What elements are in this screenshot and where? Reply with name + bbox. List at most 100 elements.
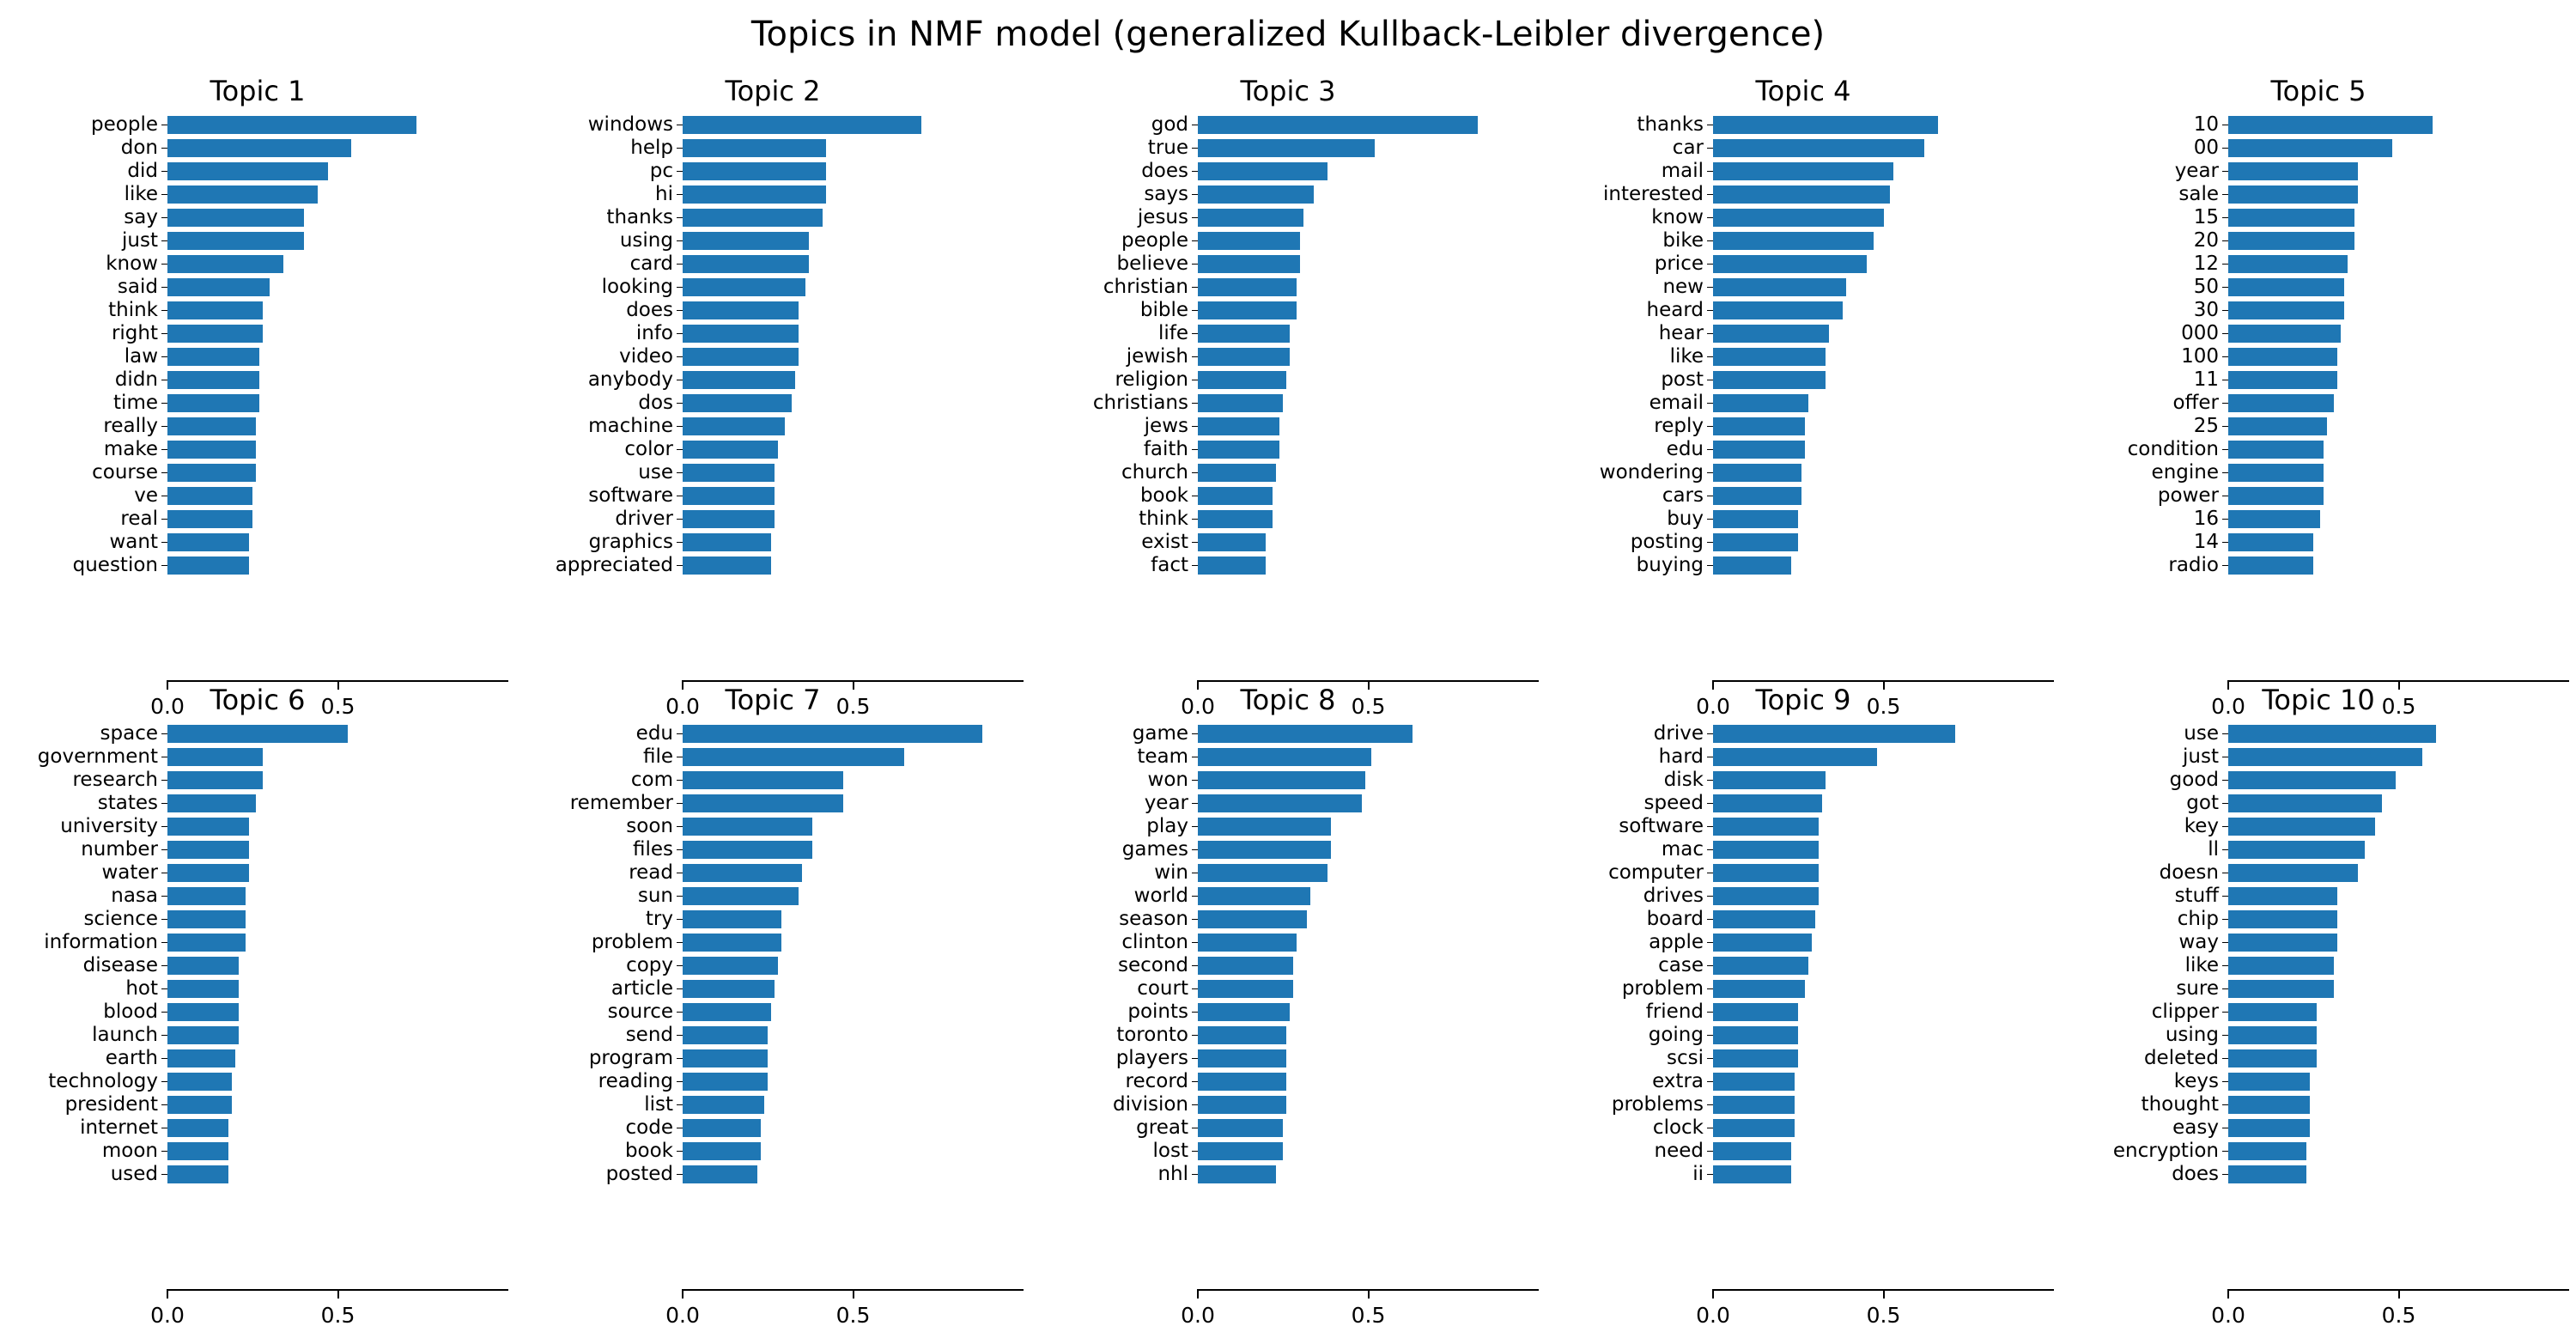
bar (2228, 934, 2338, 952)
bar (1198, 139, 1376, 157)
bar-category-label: easy (2172, 1116, 2219, 1139)
bar-category-label: want (109, 531, 158, 553)
bar-category-label: exist (1141, 531, 1188, 553)
bar (1713, 162, 1894, 180)
bar-row: problems (1612, 1093, 2054, 1116)
bar (1198, 725, 1413, 743)
bar-category-label: season (1119, 908, 1188, 930)
y-tick-mark (1192, 1012, 1198, 1013)
bar (683, 278, 805, 296)
y-tick-mark (2222, 942, 2228, 943)
bar-row: believe (1117, 252, 1539, 276)
bar (1713, 934, 1813, 952)
bar-category-label: states (97, 792, 158, 814)
y-tick-mark (2222, 965, 2228, 966)
bar-row: hi (655, 183, 1024, 206)
y-tick-mark (161, 148, 167, 149)
bar-category-label: thanks (1637, 113, 1704, 136)
bar-category-label: record (1125, 1070, 1188, 1092)
y-tick-mark (2222, 733, 2228, 734)
bar (1198, 1119, 1284, 1137)
y-tick-mark (161, 826, 167, 827)
bar-row: jewish (1127, 345, 1539, 368)
bar-row: 20 (2194, 229, 2569, 252)
x-axis-labels: 0.0 0.5 (150, 1289, 508, 1332)
bar-category-label: help (630, 137, 673, 159)
y-tick-mark (677, 988, 683, 989)
y-tick-mark (1707, 264, 1713, 265)
bar (683, 725, 983, 743)
bar (683, 487, 775, 505)
bar-row: points (1127, 1001, 1539, 1024)
bar-category-label: games (1121, 838, 1188, 861)
bar-row: mac (1662, 838, 2054, 861)
bar (1713, 1049, 1799, 1067)
bar-category-label: machine (588, 415, 673, 437)
y-tick-mark (161, 287, 167, 288)
bar (2228, 957, 2335, 975)
y-tick-mark (161, 240, 167, 241)
bar (1198, 794, 1362, 812)
bar-category-label: jews (1144, 415, 1188, 437)
panel-title: Topic 1 (210, 75, 306, 107)
bar (683, 464, 775, 482)
y-tick-mark (677, 449, 683, 450)
bar (167, 394, 260, 412)
bar (1198, 394, 1284, 412)
bar (1198, 464, 1277, 482)
bar (167, 748, 264, 766)
y-tick-mark (2222, 287, 2228, 288)
bar-category-label: think (1139, 508, 1188, 530)
y-tick-mark (1192, 1035, 1198, 1036)
panel-plot-area: god true does says jesus people believe christi… (1030, 113, 1546, 719)
panel-title: Topic 9 (1755, 684, 1851, 716)
bar (167, 771, 264, 789)
bar (1198, 864, 1327, 882)
bar-row: reply (1654, 415, 2054, 438)
bar (1713, 186, 1891, 204)
bar (1713, 1096, 1795, 1114)
bar (167, 139, 352, 157)
bar (1198, 487, 1273, 505)
bar (1198, 980, 1294, 998)
bar (1713, 371, 1826, 389)
y-tick-mark (677, 171, 683, 172)
x-tick-mark (2227, 1289, 2229, 1299)
bar (167, 1165, 229, 1183)
bar-row: engine (2152, 461, 2569, 484)
bar-category-label: right (111, 322, 158, 344)
bar-row: driver (615, 508, 1024, 531)
bar-row: help (630, 137, 1024, 160)
bar-row: true (1148, 137, 1539, 160)
bar (1713, 980, 1806, 998)
bar (2228, 371, 2338, 389)
y-tick-mark (2222, 826, 2228, 827)
y-tick-mark (2222, 896, 2228, 897)
bar (683, 748, 905, 766)
bar (1198, 1096, 1287, 1114)
bar (683, 864, 802, 882)
bar-row: lost (1153, 1140, 1539, 1163)
panel-title: Topic 2 (725, 75, 821, 107)
bar-row: file (643, 745, 1024, 769)
bar-category-label: heard (1646, 299, 1704, 321)
bar (1713, 887, 1820, 905)
bar-row: scsi (1667, 1047, 2054, 1070)
y-tick-mark (2222, 1012, 2228, 1013)
bar-category-label: thanks (606, 206, 673, 228)
y-tick-mark (1192, 565, 1198, 566)
bar-category-label: bible (1139, 299, 1188, 321)
bar-row: life (1158, 322, 1539, 345)
bar (2228, 1096, 2311, 1114)
bar-row: deleted (2144, 1047, 2569, 1070)
bar-row: copy (626, 954, 1024, 977)
bar-category-label: used (110, 1163, 158, 1185)
bar-category-label: condition (2127, 438, 2219, 460)
bar-category-label: book (1139, 484, 1188, 507)
bar (1198, 255, 1301, 273)
bar (1198, 818, 1331, 836)
bar-category-label: 100 (2181, 345, 2219, 368)
bar-row: bike (1662, 229, 2054, 252)
bar (167, 1096, 233, 1114)
bar-row: right (112, 322, 508, 345)
